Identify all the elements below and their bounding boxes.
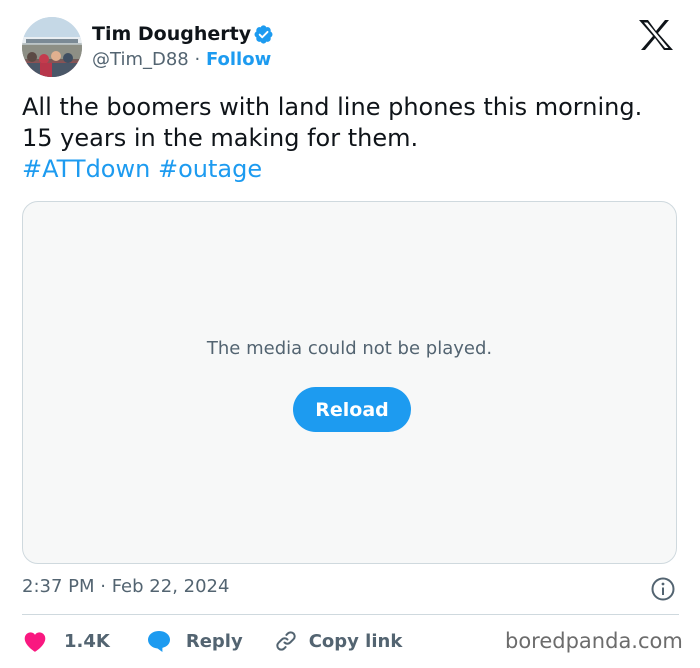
action-bar: 1.4K Reply Copy link	[22, 626, 402, 656]
x-logo-icon[interactable]	[636, 18, 676, 52]
media-error-message: The media could not be played.	[206, 338, 493, 359]
copy-link-label: Copy link	[308, 630, 403, 652]
author-handle-line: @Tim_D88 · Follow	[92, 48, 271, 72]
avatar[interactable]	[22, 17, 82, 77]
reload-button[interactable]: Reload	[293, 387, 411, 432]
info-icon[interactable]	[650, 576, 676, 602]
tweet-body: All the boomers with land line phones th…	[22, 93, 643, 152]
author-handle[interactable]: @Tim_D88	[92, 49, 189, 70]
heart-icon	[24, 632, 46, 652]
like-count: 1.4K	[64, 630, 110, 652]
hashtag-outage[interactable]: #outage	[158, 155, 262, 183]
author-name[interactable]: Tim Dougherty	[92, 22, 251, 46]
link-icon	[276, 631, 296, 651]
reply-bubble-icon	[147, 631, 170, 652]
copy-link-button[interactable]: Copy link	[273, 629, 403, 653]
handle-separator: ·	[194, 49, 201, 70]
follow-button[interactable]: Follow	[206, 49, 271, 70]
verified-badge-icon	[254, 25, 273, 44]
like-button[interactable]: 1.4K	[22, 629, 110, 653]
divider	[22, 614, 679, 615]
tweet-timestamp[interactable]: 2:37 PM · Feb 22, 2024	[22, 576, 229, 597]
hashtag-attdown[interactable]: #ATTdown	[22, 155, 150, 183]
watermark: boredpanda.com	[505, 629, 683, 653]
media-player: The media could not be played. Reload	[22, 201, 677, 564]
tweet-text: All the boomers with land line phones th…	[22, 92, 672, 185]
reply-button[interactable]: Reply	[146, 629, 243, 653]
avatar-photo	[22, 17, 82, 77]
reply-label: Reply	[185, 630, 243, 652]
